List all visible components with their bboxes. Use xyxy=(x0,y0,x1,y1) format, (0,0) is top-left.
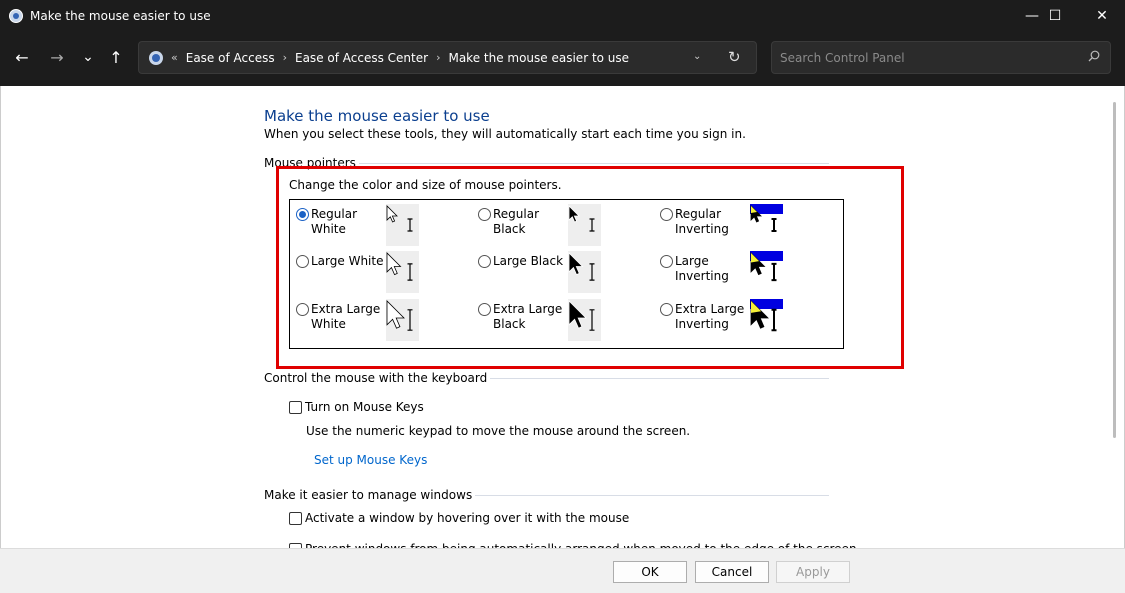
page-title: Make the mouse easier to use xyxy=(264,107,490,125)
pointer-scheme-radio[interactable] xyxy=(296,255,309,268)
close-button[interactable]: ✕ xyxy=(1079,0,1125,31)
breadcrumb-separator-icon[interactable]: › xyxy=(436,51,440,64)
pointer-scheme-label[interactable]: Extra Large Black xyxy=(493,302,573,332)
pointer-scheme-list: Regular White Regular Black Regular Invert… xyxy=(289,199,844,349)
pointer-scheme-radio[interactable] xyxy=(660,303,673,316)
navigation-bar: ← → ⌄ ↑ « Ease of Access › Ease of Acces… xyxy=(0,31,1125,86)
pointer-scheme-label[interactable]: Regular Inverting xyxy=(675,207,755,237)
pointer-scheme-radio[interactable] xyxy=(660,255,673,268)
title-bar: Make the mouse easier to use — ☐ ✕ xyxy=(0,0,1125,31)
keyboard-heading: Control the mouse with the keyboard xyxy=(264,371,491,385)
pointer-scheme-radio[interactable] xyxy=(660,208,673,221)
pointer-preview-icon xyxy=(568,299,601,341)
address-bar[interactable]: « Ease of Access › Ease of Access Center… xyxy=(138,41,757,74)
search-placeholder: Search Control Panel xyxy=(780,50,905,65)
pointer-scheme-radio[interactable] xyxy=(478,255,491,268)
apply-button[interactable]: Apply xyxy=(776,561,850,583)
pointer-scheme-label[interactable]: Extra Large Inverting xyxy=(675,302,755,332)
pointer-preview-icon xyxy=(568,204,601,246)
page-subtitle: When you select these tools, they will a… xyxy=(264,127,746,141)
maximize-button[interactable]: ☐ xyxy=(1032,0,1078,31)
refresh-icon[interactable]: ↻ xyxy=(728,48,741,66)
breadcrumb-separator-icon[interactable]: › xyxy=(283,51,287,64)
mouse-pointers-description: Change the color and size of mouse point… xyxy=(289,178,562,192)
pointer-scheme-radio[interactable] xyxy=(296,208,309,221)
pointer-preview-icon xyxy=(386,299,419,341)
dialog-button-bar: OK Cancel Apply xyxy=(0,548,1125,593)
pointer-scheme-label[interactable]: Regular Black xyxy=(493,207,573,237)
ok-button[interactable]: OK xyxy=(613,561,687,583)
window-title: Make the mouse easier to use xyxy=(30,8,211,23)
pointer-scheme-label[interactable]: Regular White xyxy=(311,207,391,237)
pointer-preview-icon xyxy=(386,251,419,293)
pointer-scheme-label[interactable]: Extra Large White xyxy=(311,302,391,332)
recent-locations-button[interactable]: ⌄ xyxy=(76,45,100,69)
pointer-scheme-label[interactable]: Large White xyxy=(311,254,391,269)
breadcrumb-current-page[interactable]: Make the mouse easier to use xyxy=(448,51,629,65)
hover-activate-checkbox[interactable] xyxy=(289,512,302,525)
breadcrumb-ease-of-access[interactable]: Ease of Access xyxy=(186,51,275,65)
control-panel-icon xyxy=(9,8,23,23)
pointer-scheme-label[interactable]: Large Black xyxy=(493,254,573,269)
control-panel-icon xyxy=(149,50,163,65)
breadcrumb-ease-of-access-center[interactable]: Ease of Access Center xyxy=(295,51,428,65)
mouse-keys-label[interactable]: Turn on Mouse Keys xyxy=(305,400,424,414)
mouse-keys-checkbox[interactable] xyxy=(289,401,302,414)
overflow-chevron-icon[interactable]: « xyxy=(171,51,178,64)
pointer-scheme-radio[interactable] xyxy=(478,208,491,221)
hover-activate-label[interactable]: Activate a window by hovering over it wi… xyxy=(305,511,629,525)
address-dropdown-icon[interactable]: ⌄ xyxy=(693,51,701,62)
pointer-preview-icon xyxy=(750,299,783,341)
pointer-preview-icon xyxy=(386,204,419,246)
search-icon[interactable] xyxy=(1088,50,1100,62)
mouse-keys-help: Use the numeric keypad to move the mouse… xyxy=(306,424,691,438)
setup-mouse-keys-link[interactable]: Set up Mouse Keys xyxy=(314,453,427,467)
pointer-preview-icon xyxy=(750,204,783,246)
pointer-scheme-label[interactable]: Large Inverting xyxy=(675,254,755,284)
search-input[interactable]: Search Control Panel xyxy=(771,41,1111,74)
vertical-scrollbar[interactable] xyxy=(1113,102,1116,438)
back-button[interactable]: ← xyxy=(10,45,34,69)
pointer-preview-icon xyxy=(568,251,601,293)
up-button[interactable]: ↑ xyxy=(104,45,128,69)
cancel-button[interactable]: Cancel xyxy=(695,561,769,583)
pointer-scheme-radio[interactable] xyxy=(478,303,491,316)
forward-button[interactable]: → xyxy=(45,45,69,69)
pointer-scheme-radio[interactable] xyxy=(296,303,309,316)
windows-heading: Make it easier to manage windows xyxy=(264,488,476,502)
pointer-preview-icon xyxy=(750,251,783,293)
